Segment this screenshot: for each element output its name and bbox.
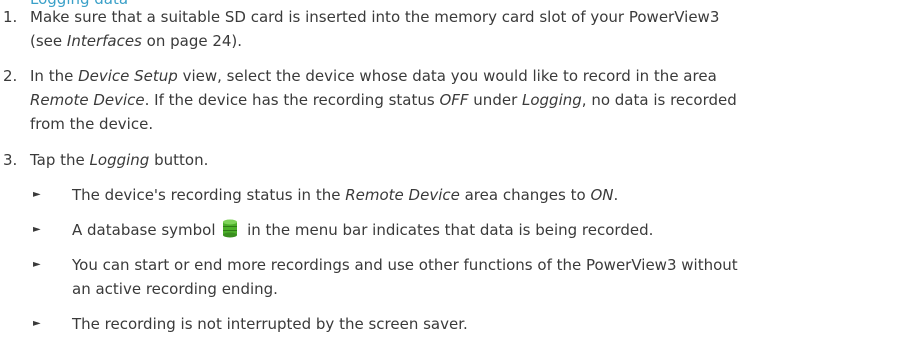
bullet-text: The recording is not interrupted by the … <box>72 315 468 333</box>
text-run: . If the device has the recording status <box>144 91 440 109</box>
text-run: . <box>613 186 619 204</box>
text-run: , no data is recorded <box>581 91 737 109</box>
bullet-text: A database symbol in the menu bar indica… <box>72 218 902 245</box>
text-run: under <box>468 91 522 109</box>
step-number: 1. <box>3 8 18 26</box>
text-run: button. <box>149 151 209 169</box>
step-number: 3. <box>3 151 18 169</box>
triangle-bullet-icon: ► <box>33 318 41 329</box>
step-number: 2. <box>3 67 18 85</box>
text-run: area changes to <box>459 186 591 204</box>
emphasis-text: Remote Device <box>345 186 460 204</box>
step-text: In the Device Setup view, select the dev… <box>30 64 900 136</box>
text-run: in the menu bar indicates that data is b… <box>247 221 654 239</box>
emphasis-text: Remote Device <box>30 91 145 109</box>
emphasis-text: Device Setup <box>78 67 178 85</box>
emphasis-text: ON <box>590 186 614 204</box>
text-run: A database symbol <box>72 221 216 239</box>
text-run: on page 24). <box>141 32 243 50</box>
text-run: view, select the device whose data you w… <box>177 67 717 85</box>
triangle-bullet-icon: ► <box>33 259 41 270</box>
bullet-text: You can start or end more recordings and… <box>72 253 902 301</box>
text-run: The device's recording status in the <box>72 186 346 204</box>
text-run: In the <box>30 67 79 85</box>
text-run: Make sure that a suitable SD card is ins… <box>30 8 720 26</box>
emphasis-text: Logging <box>522 91 582 109</box>
cross-reference-link[interactable]: Interfaces <box>67 32 142 50</box>
bullet-text: The device's recording status in the Rem… <box>72 183 902 207</box>
text-run: Tap the <box>30 151 90 169</box>
text-run: an active recording ending. <box>72 280 278 298</box>
step-text: Tap the Logging button. <box>30 148 900 172</box>
step-text: Make sure that a suitable SD card is ins… <box>30 5 900 53</box>
database-icon <box>222 219 238 245</box>
triangle-bullet-icon: ► <box>33 224 41 235</box>
text-run: You can start or end more recordings and… <box>72 256 738 274</box>
emphasis-text: Logging <box>89 151 150 169</box>
triangle-bullet-icon: ► <box>33 189 41 200</box>
emphasis-text: OFF <box>439 91 469 109</box>
text-run: from the device. <box>30 115 154 133</box>
text-run: (see <box>30 32 67 50</box>
